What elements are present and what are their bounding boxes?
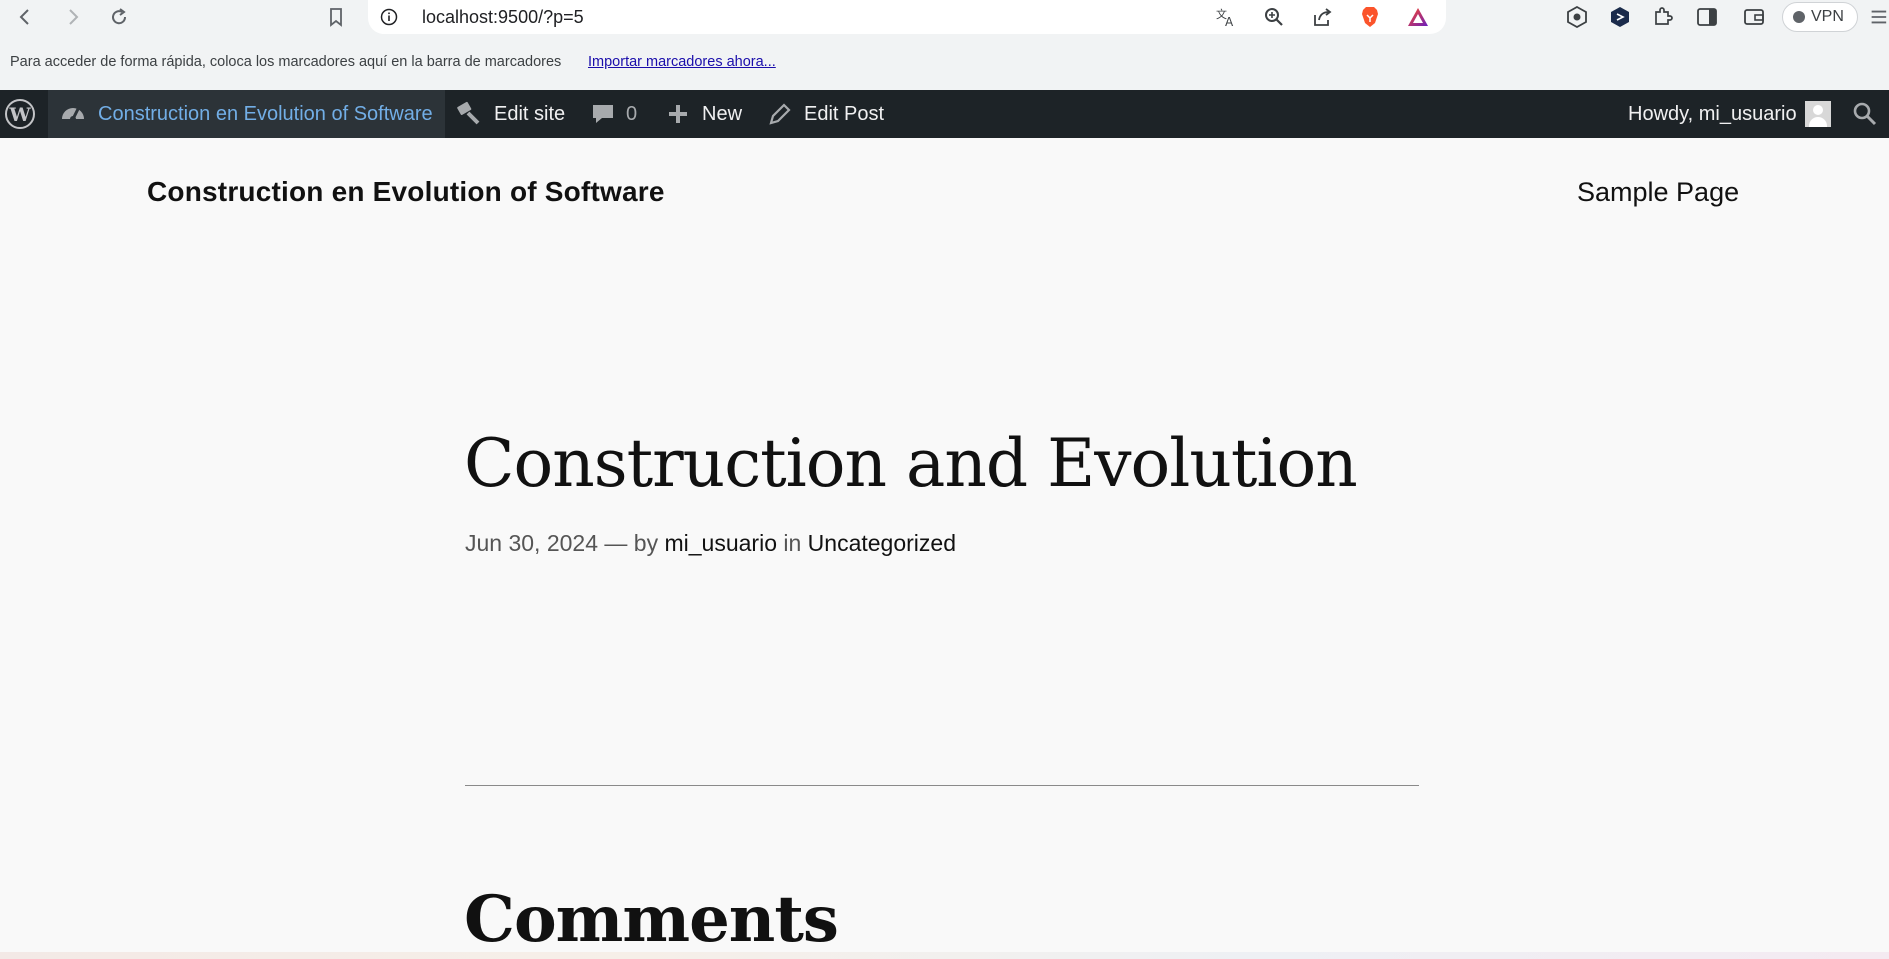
vpn-status-icon (1793, 11, 1805, 23)
vpn-label: VPN (1811, 8, 1844, 25)
bookmark-icon (330, 8, 342, 27)
brave-shields-button[interactable] (1358, 5, 1382, 29)
svg-text:A: A (1225, 15, 1234, 28)
edit-post-label: Edit Post (804, 102, 885, 125)
bookmarks-hint: Para acceder de forma rápida, coloca los… (10, 54, 562, 70)
comments-heading: Comments (464, 882, 839, 957)
edit-post-button[interactable]: Edit Post (768, 90, 884, 138)
site-title[interactable]: Construction en Evolution of Software (147, 176, 665, 208)
nav-sample-page[interactable]: Sample Page (1577, 177, 1739, 208)
post-author[interactable]: mi_usuario (664, 530, 777, 556)
brave-rewards-button[interactable] (1406, 5, 1430, 29)
howdy-label: Howdy, mi_usuario (1628, 102, 1797, 125)
zoom-button[interactable] (1262, 5, 1286, 29)
post-category[interactable]: Uncategorized (808, 530, 956, 556)
forward-arrow-icon (69, 9, 79, 25)
share-icon (1314, 8, 1332, 26)
menu-button[interactable] (1868, 5, 1888, 29)
forward-button[interactable] (60, 4, 86, 30)
reload-icon (112, 8, 127, 25)
extension-wallet-button[interactable] (1565, 5, 1589, 29)
sidebar-toggle-button[interactable] (1695, 5, 1719, 29)
sidebar-icon (1697, 8, 1717, 26)
search-icon (1853, 102, 1877, 126)
paint-roller-icon (457, 101, 480, 125)
post-date[interactable]: Jun 30, 2024 (465, 530, 598, 556)
site-name-label: Construction en Evolution of Software (98, 102, 433, 125)
puzzle-icon (1655, 7, 1673, 25)
url-text[interactable]: localhost:9500/?p=5 (422, 7, 584, 28)
import-bookmarks-link[interactable]: Importar marcadores ahora... (588, 54, 776, 70)
new-content-button[interactable]: New (666, 90, 742, 138)
extension-button-2[interactable] (1608, 5, 1632, 29)
reload-button[interactable] (106, 4, 132, 30)
dashboard-gauge-icon (62, 108, 84, 122)
hexagon-extension-icon (1567, 6, 1587, 28)
my-account-menu[interactable]: Howdy, mi_usuario (1628, 90, 1831, 138)
vpn-button[interactable]: VPN (1782, 2, 1858, 32)
post-by-label: — by (604, 530, 659, 556)
post-title: Construction and Evolution (464, 425, 1358, 502)
comments-count: 0 (626, 102, 638, 125)
back-arrow-icon (19, 9, 29, 25)
hamburger-menu-icon (1871, 10, 1887, 24)
address-bar[interactable]: localhost:9500/?p=5 文A (368, 0, 1446, 34)
comment-bubble-icon (593, 105, 613, 123)
bookmark-button[interactable] (323, 4, 349, 30)
wallet-icon (1744, 9, 1764, 25)
bookmarks-bar: Para acceder de forma rápida, coloca los… (0, 34, 1889, 90)
bottom-edge-strip (0, 952, 1889, 959)
post-meta: Jun 30, 2024 — by mi_usuario in Uncatego… (465, 530, 956, 557)
brave-lion-icon (1362, 7, 1378, 27)
svg-text:W: W (8, 104, 31, 126)
translate-icon: 文A (1216, 7, 1234, 28)
edit-site-button[interactable]: Edit site (456, 90, 565, 138)
site-name-menu[interactable]: Construction en Evolution of Software (48, 90, 445, 138)
avatar (1804, 101, 1831, 127)
browser-toolbar: localhost:9500/?p=5 文A VPN (0, 0, 1889, 34)
comments-button[interactable]: 0 (590, 90, 637, 138)
wallet-button[interactable] (1742, 5, 1766, 29)
wp-logo-menu[interactable]: W (0, 90, 40, 138)
post-in-label: in (783, 530, 802, 556)
dark-hexagon-icon (1611, 7, 1629, 27)
rewards-triangle-icon (1408, 8, 1428, 26)
back-button[interactable] (12, 4, 38, 30)
new-label: New (702, 102, 743, 125)
share-button[interactable] (1310, 5, 1334, 29)
translate-button[interactable]: 文A (1214, 5, 1238, 29)
site-info-icon[interactable] (380, 8, 398, 26)
pencil-icon (769, 103, 791, 125)
edit-site-label: Edit site (494, 102, 566, 125)
plus-icon (669, 105, 687, 123)
admin-search-button[interactable] (1852, 90, 1878, 138)
extensions-button[interactable] (1651, 5, 1675, 29)
wp-admin-bar: W Construction en Evolution of Software … (0, 90, 1889, 138)
zoom-icon (1265, 8, 1283, 26)
separator (465, 785, 1419, 786)
wordpress-logo-icon: W (5, 99, 35, 129)
